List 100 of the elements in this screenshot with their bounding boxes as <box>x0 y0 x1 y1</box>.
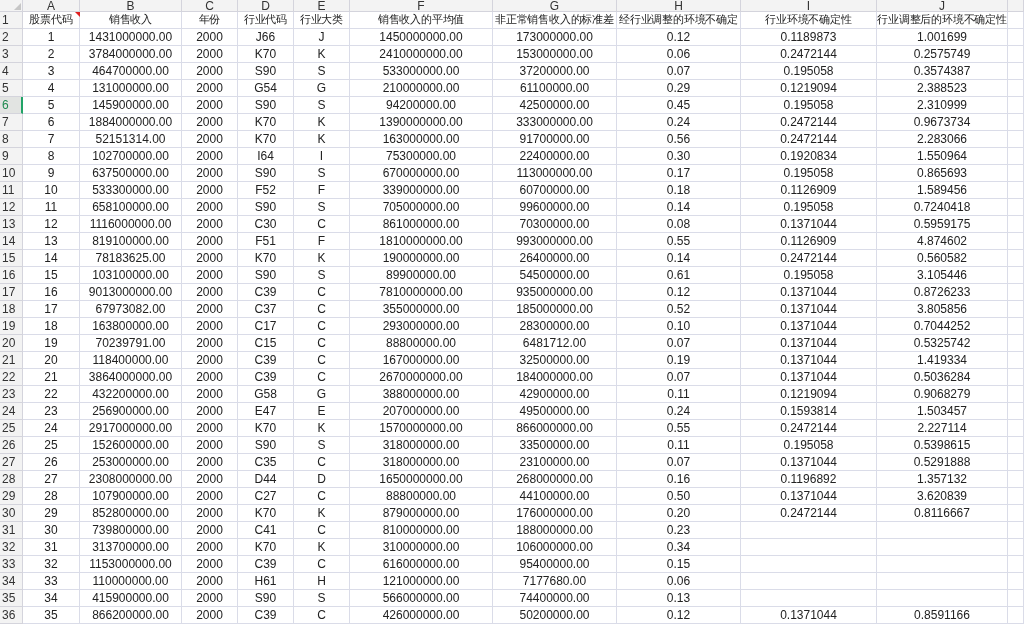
row-header[interactable]: 17 <box>0 284 23 301</box>
table-cell: 0.7240418 <box>877 199 1008 216</box>
table-cell: 0.1371044 <box>741 488 877 505</box>
column-header[interactable]: H <box>617 0 741 12</box>
table-cell: 33 <box>23 573 80 590</box>
column-header[interactable]: F <box>350 0 493 12</box>
table-cell: 2000 <box>182 607 238 624</box>
table-cell: 9013000000.00 <box>80 284 182 301</box>
table-cell: 2670000000.00 <box>350 369 493 386</box>
row-header[interactable]: 20 <box>0 335 23 352</box>
row-header[interactable]: 28 <box>0 471 23 488</box>
row-header[interactable]: 30 <box>0 505 23 522</box>
table-cell: 810000000.00 <box>350 522 493 539</box>
table-cell: K <box>294 131 350 148</box>
table-cell: 50200000.00 <box>493 607 617 624</box>
row-header[interactable]: 29 <box>0 488 23 505</box>
row-header[interactable]: 2 <box>0 29 23 46</box>
row-header[interactable]: 10 <box>0 165 23 182</box>
table-cell: 2000 <box>182 335 238 352</box>
row-header[interactable]: 7 <box>0 114 23 131</box>
table-cell: 3864000000.00 <box>80 369 182 386</box>
table-cell: 3 <box>23 63 80 80</box>
table-cell <box>1008 420 1024 437</box>
header-cell: 行业环境不确定性 <box>741 12 877 29</box>
column-header[interactable]: B <box>80 0 182 12</box>
table-cell: 28 <box>23 488 80 505</box>
table-cell: 12 <box>23 216 80 233</box>
table-cell: 1 <box>23 29 80 46</box>
row-header[interactable]: 27 <box>0 454 23 471</box>
table-cell: 2000 <box>182 556 238 573</box>
column-header[interactable]: G <box>493 0 617 12</box>
column-header[interactable]: D <box>238 0 294 12</box>
table-cell: 0.55 <box>617 233 741 250</box>
row-header[interactable]: 3 <box>0 46 23 63</box>
row-header[interactable]: 31 <box>0 522 23 539</box>
row-header[interactable]: 18 <box>0 301 23 318</box>
row-header[interactable]: 32 <box>0 539 23 556</box>
row-header[interactable]: 33 <box>0 556 23 573</box>
table-cell: 0.1126909 <box>741 233 877 250</box>
table-cell: 210000000.00 <box>350 80 493 97</box>
row-header[interactable]: 13 <box>0 216 23 233</box>
row-header[interactable]: 11 <box>0 182 23 199</box>
row-header[interactable]: 24 <box>0 403 23 420</box>
table-cell: 0.1126909 <box>741 182 877 199</box>
table-cell: 1116000000.00 <box>80 216 182 233</box>
table-cell: J <box>294 29 350 46</box>
row-header[interactable]: 22 <box>0 369 23 386</box>
row-header[interactable]: 23 <box>0 386 23 403</box>
column-header[interactable]: I <box>741 0 877 12</box>
table-cell: 0.23 <box>617 522 741 539</box>
row-header[interactable]: 19 <box>0 318 23 335</box>
table-cell: 310000000.00 <box>350 539 493 556</box>
row-header[interactable]: 15 <box>0 250 23 267</box>
column-header[interactable]: J <box>877 0 1008 12</box>
table-cell: 2000 <box>182 284 238 301</box>
row-header[interactable]: 36 <box>0 607 23 624</box>
row-header[interactable]: 25 <box>0 420 23 437</box>
table-cell: 0.195058 <box>741 437 877 454</box>
header-cell: 销售收入的平均值 <box>350 12 493 29</box>
row-header[interactable]: 5 <box>0 80 23 97</box>
row-header[interactable]: 4 <box>0 63 23 80</box>
row-header[interactable]: 34 <box>0 573 23 590</box>
row-header[interactable]: 26 <box>0 437 23 454</box>
table-cell: C39 <box>238 284 294 301</box>
table-cell: 0.865693 <box>877 165 1008 182</box>
table-cell: 0.14 <box>617 250 741 267</box>
table-cell: 861000000.00 <box>350 216 493 233</box>
row-header[interactable]: 9 <box>0 148 23 165</box>
table-cell: 2000 <box>182 267 238 284</box>
table-cell: 9 <box>23 165 80 182</box>
row-header[interactable]: 21 <box>0 352 23 369</box>
table-cell: G58 <box>238 386 294 403</box>
column-header[interactable]: E <box>294 0 350 12</box>
table-cell: F <box>294 233 350 250</box>
table-cell: 0.1371044 <box>741 607 877 624</box>
table-cell: 107900000.00 <box>80 488 182 505</box>
row-header[interactable]: 12 <box>0 199 23 216</box>
table-cell: 0.5398615 <box>877 437 1008 454</box>
table-cell: 0.9673734 <box>877 114 1008 131</box>
table-cell <box>1008 284 1024 301</box>
column-header[interactable] <box>1008 0 1024 12</box>
table-cell: C <box>294 284 350 301</box>
table-cell: 1450000000.00 <box>350 29 493 46</box>
row-header[interactable]: 8 <box>0 131 23 148</box>
column-header[interactable]: C <box>182 0 238 12</box>
table-cell <box>1008 522 1024 539</box>
select-all-button[interactable] <box>0 0 23 12</box>
row-header[interactable]: 14 <box>0 233 23 250</box>
row-header[interactable]: 35 <box>0 590 23 607</box>
table-cell: S90 <box>238 199 294 216</box>
row-header[interactable]: 1 <box>0 12 23 29</box>
table-cell: 6 <box>23 114 80 131</box>
table-cell: C39 <box>238 369 294 386</box>
row-header[interactable]: 16 <box>0 267 23 284</box>
row-header[interactable]: 6 <box>0 97 23 114</box>
table-cell: S90 <box>238 267 294 284</box>
table-cell: 1.419334 <box>877 352 1008 369</box>
column-header[interactable]: A <box>23 0 80 12</box>
table-cell: 2000 <box>182 454 238 471</box>
table-cell: 52151314.00 <box>80 131 182 148</box>
